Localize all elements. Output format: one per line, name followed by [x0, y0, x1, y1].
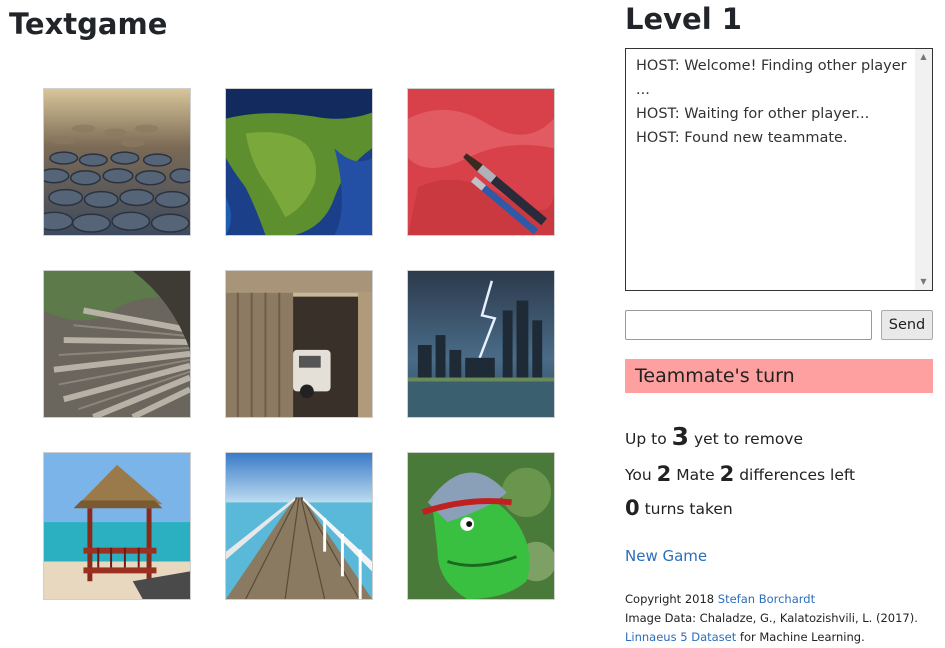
garage-car-image	[226, 271, 372, 417]
image-tile-spiral-stairs[interactable]	[43, 270, 191, 418]
image-tile-frog-hat[interactable]	[407, 452, 555, 600]
dataset-suffix: for Machine Learning.	[739, 630, 865, 644]
paintbrush-image	[408, 89, 554, 235]
turns-count: 0	[625, 496, 640, 520]
differences-suffix: differences left	[739, 466, 856, 484]
image-tile-cobblestone[interactable]	[43, 88, 191, 236]
chat-messages: HOST: Welcome! Finding other player ... …	[636, 54, 911, 150]
remove-suffix: yet to remove	[693, 430, 804, 448]
turns-counter: 0 turns taken	[625, 496, 733, 520]
city-lightning-image	[408, 271, 554, 417]
scroll-up-arrow-icon[interactable]: ▲	[915, 49, 932, 65]
chat-message: HOST: Found new teammate.	[636, 130, 848, 146]
copyright-line: Copyright 2018 Stefan Borchardt	[625, 590, 918, 609]
image-tile-paintbrush[interactable]	[407, 88, 555, 236]
spiral-stairs-image	[44, 271, 190, 417]
you-label: You	[625, 466, 652, 484]
image-data-line: Image Data: Chaladze, G., Kalatozishvili…	[625, 611, 918, 625]
image-tile-city-lightning[interactable]	[407, 270, 555, 418]
cobblestone-image	[44, 89, 190, 235]
turns-suffix: turns taken	[644, 500, 733, 518]
turn-indicator: Teammate's turn	[625, 359, 933, 393]
chat-log[interactable]: HOST: Welcome! Finding other player ... …	[625, 48, 933, 291]
remove-counter: Up to 3 yet to remove	[625, 422, 803, 451]
send-button[interactable]: Send	[881, 310, 933, 340]
image-tile-garage-car[interactable]	[225, 270, 373, 418]
dataset-line: Linnaeus 5 Dataset for Machine Learning.	[625, 628, 918, 647]
new-game-link[interactable]: New Game	[625, 547, 707, 565]
pier-image	[226, 453, 372, 599]
chat-message: HOST: Welcome! Finding other player	[636, 58, 907, 74]
differences-counter: You 2 Mate 2 differences left	[625, 462, 855, 486]
frog-hat-image	[408, 453, 554, 599]
image-tile-globe[interactable]	[225, 88, 373, 236]
image-grid	[43, 88, 555, 600]
mate-label: Mate	[676, 466, 715, 484]
app-title: Textgame	[9, 7, 168, 41]
copyright-text: Copyright 2018	[625, 592, 715, 606]
credits: Copyright 2018 Stefan Borchardt Image Da…	[625, 590, 918, 647]
author-link[interactable]: Stefan Borchardt	[718, 592, 815, 606]
image-tile-pier[interactable]	[225, 452, 373, 600]
level-title: Level 1	[625, 2, 742, 36]
message-input[interactable]	[625, 310, 872, 340]
chat-message: ...	[636, 82, 650, 98]
globe-image	[226, 89, 372, 235]
you-count: 2	[656, 462, 672, 486]
remove-prefix: Up to	[625, 430, 667, 448]
beach-hut-image	[44, 453, 190, 599]
dataset-link[interactable]: Linnaeus 5 Dataset	[625, 630, 736, 644]
chat-message: HOST: Waiting for other player...	[636, 106, 870, 122]
chat-scrollbar[interactable]: ▲ ▼	[915, 49, 932, 290]
mate-count: 2	[719, 462, 735, 486]
scroll-down-arrow-icon[interactable]: ▼	[915, 274, 932, 290]
remove-count: 3	[671, 422, 690, 451]
image-tile-beach-hut[interactable]	[43, 452, 191, 600]
